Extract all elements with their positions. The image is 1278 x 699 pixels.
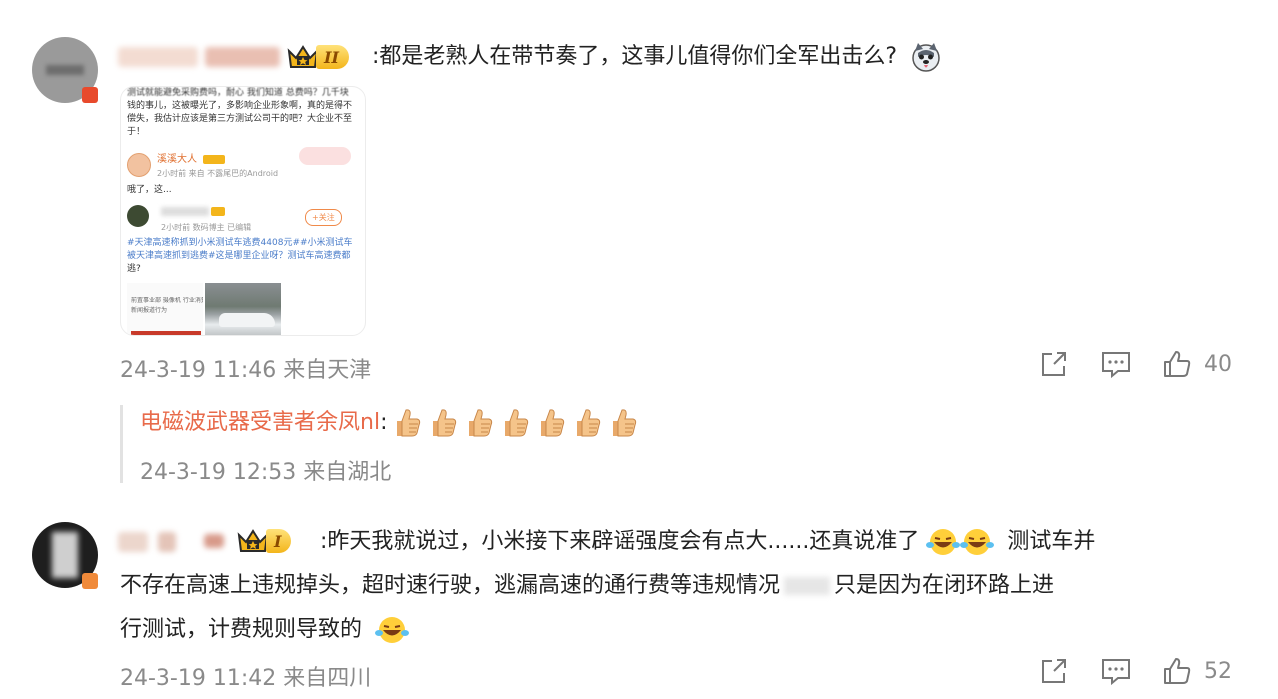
laugh-cry-emoji-icon — [926, 529, 961, 555]
like-button[interactable]: 52 — [1162, 656, 1232, 686]
image-user-text: 哦了，这... — [127, 185, 172, 195]
comment-text: :都是老熟人在带节奏了，这事儿值得你们全军出击么? — [372, 35, 942, 79]
image-user-name: 溪溪大人 — [157, 154, 197, 165]
husky-emoji-icon — [912, 43, 940, 72]
image-badge — [203, 155, 225, 164]
comment-text-line: 不存在高速上违规掉头，超时速行驶，逃漏高速的通行费等违规情况 只是因为在闭环路上进 — [120, 564, 1260, 608]
reply-time: 24-3-19 12:53 来自湖北 — [140, 460, 392, 485]
image-post-line: 被天津高速抓到逃费#这是哪里企业呀？测试车高速费都 — [127, 250, 359, 263]
image-text-line: 于！ — [127, 127, 146, 137]
image-user-meta: 2小时前 数码博主 已编辑 — [161, 223, 252, 232]
share-icon[interactable] — [1038, 655, 1070, 687]
thumbs-up-emoji-icon — [541, 409, 565, 437]
thumbs-up-emoji-icon — [397, 409, 421, 437]
like-button[interactable]: 40 — [1162, 349, 1232, 379]
image-doc-line: 新闻报道行为 — [131, 307, 168, 314]
laugh-cry-emoji-icon — [960, 529, 995, 555]
image-avatar — [127, 153, 151, 177]
avatar-badge — [82, 573, 98, 589]
crown-icon — [287, 45, 319, 68]
comment-time: 24-3-19 11:46 来自天津 — [120, 358, 372, 383]
share-icon[interactable] — [1038, 348, 1070, 380]
comment-2: I :昨天我就说过，小米接下来辟谣强度会有点大......还真说准了 测试车并 … — [0, 500, 1278, 699]
comment-actions: 40 — [1038, 348, 1232, 380]
reply-text: 电磁波武器受害者余凤nl: — [140, 401, 639, 445]
comment-text-line: 行测试，计费规则导致的 — [120, 608, 1260, 652]
comment-text-content: 测试车并 — [1007, 529, 1096, 554]
thumbs-up-emoji-icon — [505, 409, 529, 437]
image-doc-line: 前置事业部 摄像机 行业消费者 — [131, 297, 203, 304]
comment-text-content: :都是老熟人在带节奏了，这事儿值得你们全军出击么? — [372, 44, 898, 69]
image-post-line: 逃? — [127, 264, 141, 274]
comment-icon[interactable] — [1100, 348, 1132, 380]
comment-text-content: :昨天我就说过，小米接下来辟谣强度会有点大......还真说准了 — [320, 529, 920, 554]
image-post-line: #天津高速称抓到小米测试车逃费4408元##小米测试车 — [127, 238, 353, 248]
thumbs-up-icon — [1164, 351, 1191, 377]
image-text-line: 测试就能避免采购费吗，耐心 我们知道 总费吗？几千块 — [127, 88, 349, 98]
blurred-emoji — [784, 577, 831, 595]
laugh-cry-emoji-icon — [375, 617, 410, 643]
comment-time: 24-3-19 11:42 来自四川 — [120, 666, 372, 691]
image-post-line-text: 被天津高速抓到逃费#这是哪里企业呀？测试车高速费都 — [127, 251, 351, 261]
comment-actions: 52 — [1038, 655, 1232, 687]
comment-text: :昨天我就说过，小米接下来辟谣强度会有点大......还真说准了 测试车并 不存… — [120, 520, 1260, 652]
image-doc-red-bar — [131, 331, 201, 335]
comment-text-content: 只是因为在闭环路上进 — [834, 573, 1055, 598]
level-label: II — [316, 45, 349, 69]
image-text-line: 偿失，我估计应该是第三方测试公司干的吧？大企业不至 — [127, 114, 353, 124]
comment-image[interactable]: 测试就能避免采购费吗，耐心 我们知道 总费吗？几千块 钱的事儿，这被曝光了，多影… — [120, 86, 366, 336]
image-user-name-blur — [161, 207, 209, 216]
image-sticker — [299, 147, 351, 165]
like-count: 40 — [1204, 351, 1232, 377]
comment-text-content: 不存在高速上违规掉头，超时速行驶，逃漏高速的通行费等违规情况 — [120, 573, 781, 598]
thumbs-up-emoji-icon — [613, 409, 637, 437]
avatar-badge — [82, 87, 98, 103]
like-count: 52 — [1204, 658, 1232, 684]
image-text-line: 钱的事儿，这被曝光了，多影响企业形象啊，真的是得不 — [127, 101, 353, 111]
member-level-badge[interactable]: II — [286, 43, 349, 71]
thumbs-up-emoji-icon — [577, 409, 601, 437]
thumbs-up-emoji-icon — [433, 409, 457, 437]
comment-1: II :都是老熟人在带节奏了，这事儿值得你们全军出击么? 测试就能避免采购费吗，… — [0, 0, 1278, 500]
comment-icon[interactable] — [1100, 655, 1132, 687]
image-badge-2 — [211, 207, 225, 216]
comment-text-content: 行测试，计费规则导致的 — [120, 617, 363, 642]
reply-divider — [120, 405, 123, 483]
image-doc-thumbnail: 前置事业部 摄像机 行业消费者 新闻报道行为 — [127, 283, 203, 335]
image-photo — [205, 283, 281, 335]
image-user-meta: 2小时前 来自 不露尾巴的Android — [157, 169, 279, 178]
image-follow-button: +关注 — [305, 209, 342, 226]
image-avatar-2 — [127, 205, 149, 227]
reply-emoji-group — [387, 409, 639, 437]
thumbs-up-emoji-icon — [469, 409, 493, 437]
reply-user-name[interactable]: 电磁波武器受害者余凤nl — [140, 410, 380, 435]
thumbs-up-icon — [1164, 658, 1191, 684]
comment-text-line: :昨天我就说过，小米接下来辟谣强度会有点大......还真说准了 测试车并 — [320, 520, 1260, 564]
